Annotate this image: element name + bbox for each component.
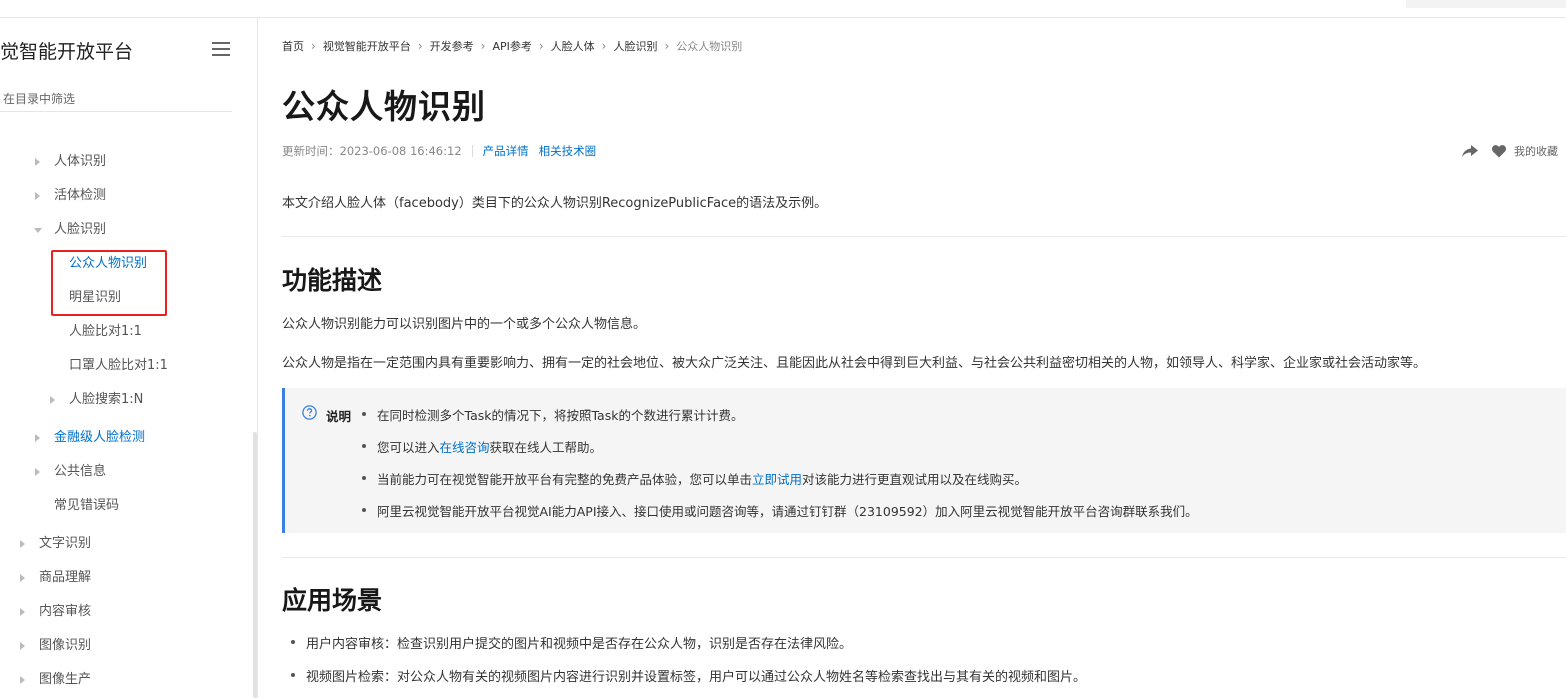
breadcrumb-item[interactable]: 首页 (282, 38, 304, 54)
menu-icon[interactable] (212, 42, 230, 56)
note-item: 阿里云视觉智能开放平台视觉AI能力API接入、接口使用或问题咨询等，请通过钉钉群… (362, 501, 1198, 520)
breadcrumb-item[interactable]: 人脸识别 (613, 38, 657, 54)
sidebar-item-label: 图像识别 (39, 638, 92, 653)
note-item-text: 当前能力可在视觉智能开放平台有完整的免费产品体验，您可以单击 (377, 472, 753, 487)
note-label: 说明 (326, 409, 352, 424)
sidebar: 觉智能开放平台 人体识别 活体检测 人脸识别 公众人物识别 明星识别 人脸比对1… (0, 18, 258, 698)
chevron-right-icon (20, 608, 25, 616)
list-item-text: 视频图片检索：对公众人物有关的视频图片内容进行识别并设置标签，用户可以通过公众人… (306, 670, 1087, 685)
sidebar-item-face-search[interactable]: 人脸搜索1:N (50, 390, 144, 410)
note-item-text: 对该能力进行更直观试用以及在线购买。 (802, 472, 1028, 487)
list-item: 用户内容审核：检查识别用户提交的图片和视频中是否存在公众人物，识别是否存在法律风… (291, 633, 853, 652)
sidebar-item-label: 人体识别 (54, 154, 107, 169)
sidebar-item-label: 文字识别 (39, 536, 92, 551)
note-item: 在同时检测多个Task的情况下，将按照Task的个数进行累计计费。 (362, 405, 744, 424)
chevron-right-icon (20, 676, 25, 684)
favorite-label[interactable]: 我的收藏 (1514, 143, 1558, 159)
note-item-text: 阿里云视觉智能开放平台视觉AI能力API接入、接口使用或问题咨询等，请通过钉钉群… (377, 504, 1198, 519)
section-heading-scenarios: 应用场景 (282, 586, 383, 615)
sidebar-item-label: 商品理解 (39, 570, 92, 585)
sidebar-item-label: 活体检测 (54, 188, 107, 203)
sidebar-item-image-recognition[interactable]: 图像识别 (20, 636, 92, 656)
breadcrumb: 首页 › 视觉智能开放平台 › 开发参考 › API参考 › 人脸人体 › 人脸识别 › 公… (282, 38, 743, 54)
divider (282, 557, 1566, 558)
section-heading-features: 功能描述 (282, 266, 383, 295)
list-item-text: 用户内容审核：检查识别用户提交的图片和视频中是否存在公众人物，识别是否存在法律风… (306, 637, 853, 652)
sidebar-item-liveness-detection[interactable]: 活体检测 (35, 186, 107, 206)
sidebar-item-label: 金融级人脸检测 (54, 430, 146, 445)
sidebar-title[interactable]: 觉智能开放平台 (0, 37, 133, 64)
sidebar-scrollbar[interactable] (253, 432, 257, 698)
highlight-box (51, 250, 167, 316)
try-now-link[interactable]: 立即试用 (752, 472, 802, 487)
share-icon[interactable] (1462, 145, 1478, 157)
chevron-right-icon (35, 434, 40, 442)
sidebar-item-label: 常见错误码 (54, 498, 120, 513)
chevron-down-icon (34, 228, 42, 233)
heart-icon[interactable] (1492, 144, 1506, 158)
chevron-right-icon (20, 642, 25, 650)
breadcrumb-item[interactable]: 人脸人体 (551, 38, 595, 54)
note-item: 您可以进入在线咨询获取在线人工帮助。 (362, 437, 603, 456)
chevron-right-icon (50, 396, 55, 404)
chevron-right-icon (35, 158, 40, 166)
intro-text: 本文介绍人脸人体（facebody）类目下的公众人物识别RecognizePub… (282, 196, 828, 211)
breadcrumb-item[interactable]: 视觉智能开放平台 (323, 38, 411, 54)
sidebar-item-body-recognition[interactable]: 人体识别 (35, 152, 107, 172)
note-item-text: 您可以进入 (377, 440, 440, 455)
note-box: 说明 在同时检测多个Task的情况下，将按照Task的个数进行累计计费。 您可以… (282, 388, 1566, 533)
breadcrumb-item[interactable]: 开发参考 (430, 38, 474, 54)
page-title: 公众人物识别 (282, 87, 486, 126)
sidebar-item-face-compare[interactable]: 人脸比对1:1 (69, 322, 142, 342)
note-item: 当前能力可在视觉智能开放平台有完整的免费产品体验，您可以单击立即试用对该能力进行… (362, 469, 1028, 488)
filter-input[interactable] (0, 86, 232, 112)
chevron-right-icon (20, 574, 25, 582)
sidebar-item-label: 图像生产 (39, 672, 92, 687)
sidebar-item-label: 内容审核 (39, 604, 92, 619)
tech-circle-link[interactable]: 相关技术圈 (539, 143, 597, 159)
meta-divider (471, 145, 473, 157)
breadcrumb-item[interactable]: API参考 (492, 38, 531, 54)
sidebar-item-mask-face-compare[interactable]: 口罩人脸比对1:1 (69, 356, 168, 376)
sidebar-item-goods[interactable]: 商品理解 (20, 568, 92, 588)
top-bar-search-box[interactable] (1406, 0, 1566, 8)
sidebar-item-label: 人脸比对1:1 (69, 324, 142, 339)
sidebar-item-common-info[interactable]: 公共信息 (35, 462, 107, 482)
breadcrumb-current: 公众人物识别 (676, 40, 743, 53)
chevron-right-icon (35, 192, 40, 200)
sidebar-item-error-codes[interactable]: 常见错误码 (54, 496, 119, 516)
sidebar-item-ocr[interactable]: 文字识别 (20, 534, 92, 554)
help-icon (302, 405, 317, 420)
sidebar-item-face-recognition[interactable]: 人脸识别 (34, 220, 107, 240)
sidebar-item-label: 人脸识别 (54, 222, 107, 237)
sidebar-item-label: 人脸搜索1:N (69, 392, 144, 407)
updated-time: 更新时间：2023-06-08 16:46:12 (282, 144, 462, 158)
chevron-right-icon (35, 468, 40, 476)
main-content: 首页 › 视觉智能开放平台 › 开发参考 › API参考 › 人脸人体 › 人脸识别 › 公… (282, 18, 1566, 698)
sidebar-item-financial-face-detect[interactable]: 金融级人脸检测 (35, 428, 146, 448)
product-details-link[interactable]: 产品详情 (483, 143, 529, 159)
features-paragraph-1: 公众人物识别能力可以识别图片中的一个或多个公众人物信息。 (282, 317, 647, 332)
top-bar (0, 0, 1566, 18)
sidebar-item-image-production[interactable]: 图像生产 (20, 670, 92, 690)
features-paragraph-2: 公众人物是指在一定范围内具有重要影响力、拥有一定的社会地位、被大众广泛关注、且能… (282, 356, 1427, 371)
divider (282, 236, 1566, 237)
note-item-text: 获取在线人工帮助。 (489, 440, 603, 455)
list-item: 视频图片检索：对公众人物有关的视频图片内容进行识别并设置标签，用户可以通过公众人… (291, 666, 1087, 685)
page-actions: 我的收藏 (1462, 143, 1558, 159)
note-item-text: 在同时检测多个Task的情况下，将按照Task的个数进行累计计费。 (377, 408, 744, 423)
chevron-right-icon (20, 540, 25, 548)
page-meta: 更新时间：2023-06-08 16:46:12 产品详情 相关技术圈 (282, 143, 606, 159)
online-consult-link[interactable]: 在线咨询 (440, 440, 490, 455)
sidebar-item-label: 口罩人脸比对1:1 (69, 358, 168, 373)
sidebar-item-label: 公共信息 (54, 464, 107, 479)
sidebar-item-content-audit[interactable]: 内容审核 (20, 602, 92, 622)
